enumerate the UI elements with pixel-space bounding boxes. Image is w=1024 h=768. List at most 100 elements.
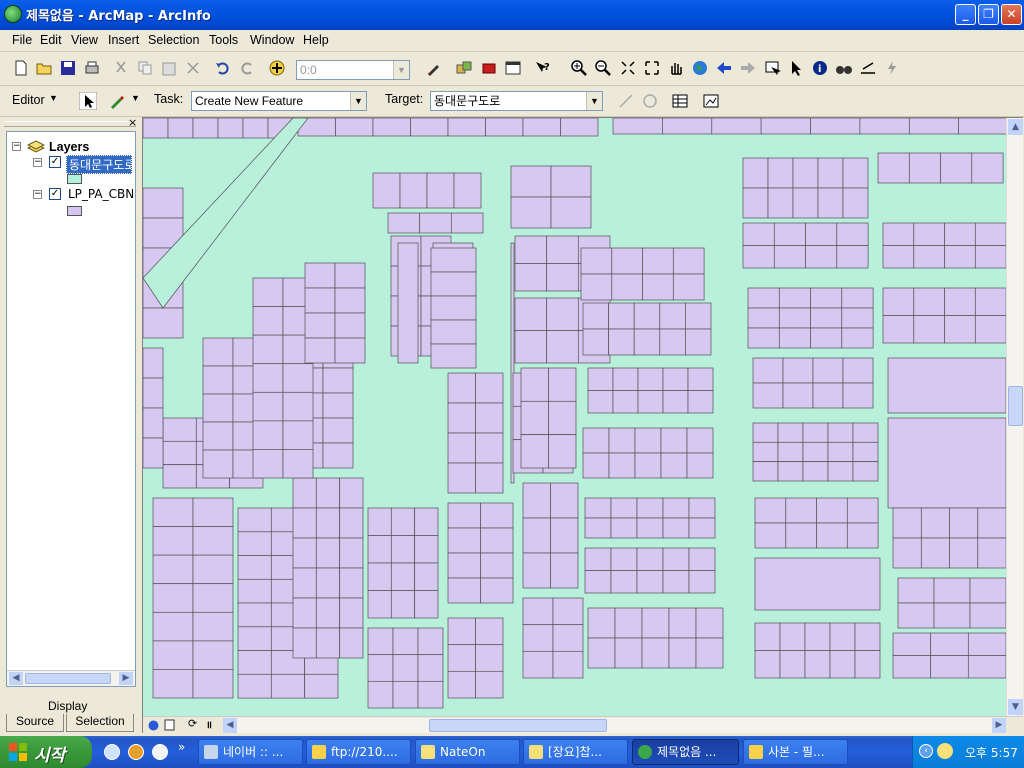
data-view-icon[interactable] <box>148 720 159 731</box>
chevron-down-icon[interactable]: ▼ <box>131 93 140 103</box>
map-vertical-scrollbar[interactable]: ▲ ▼ <box>1006 118 1023 716</box>
split-tool-icon[interactable] <box>617 92 635 110</box>
cut-icon[interactable] <box>112 59 130 77</box>
paste-icon[interactable] <box>160 59 178 77</box>
quicklaunch-more-icon[interactable]: » <box>178 740 185 754</box>
task-chat[interactable]: [장요]찹... <box>523 739 628 765</box>
quicklaunch-clock-icon[interactable] <box>152 744 168 760</box>
fixed-zoom-out-icon[interactable] <box>643 59 661 77</box>
layer-label-roads[interactable]: 동대문구도로 <box>66 155 132 174</box>
tray-messenger-icon[interactable] <box>937 743 953 759</box>
scroll-right-icon[interactable]: ▶ <box>992 718 1006 733</box>
menu-edit[interactable]: Edit <box>40 33 62 47</box>
editor-icon[interactable] <box>425 59 443 77</box>
back-icon[interactable] <box>715 59 733 77</box>
layer-checkbox-roads[interactable]: ✓ <box>49 156 61 168</box>
layout-view-icon[interactable] <box>164 719 175 731</box>
tab-selection[interactable]: Selection <box>66 714 134 732</box>
whats-this-icon[interactable]: ? <box>533 59 551 77</box>
rotate-tool-icon[interactable] <box>641 92 659 110</box>
hyperlink-icon[interactable] <box>883 59 901 77</box>
open-icon[interactable] <box>35 59 53 77</box>
menu-view[interactable]: View <box>71 33 98 47</box>
parcel <box>552 597 584 626</box>
pause-drawing-icon[interactable]: ॥ <box>206 717 212 731</box>
measure-icon[interactable] <box>859 59 877 77</box>
task-naver[interactable]: 네이버 :: ... <box>198 739 303 765</box>
globe-icon[interactable] <box>691 59 709 77</box>
pan-icon[interactable] <box>667 59 685 77</box>
menu-insert[interactable]: Insert <box>108 33 139 47</box>
map-canvas[interactable] <box>143 118 1006 716</box>
copy-icon[interactable] <box>136 59 154 77</box>
scroll-up-icon[interactable]: ▲ <box>1008 119 1023 135</box>
task-combo[interactable]: Create New Feature ▼ <box>191 91 367 111</box>
identify-icon[interactable]: i <box>811 59 829 77</box>
menu-help[interactable]: Help <box>303 33 329 47</box>
delete-icon[interactable] <box>184 59 202 77</box>
refresh-icon[interactable]: ⟳ <box>188 717 197 730</box>
find-icon[interactable] <box>835 59 853 77</box>
menu-selection[interactable]: Selection <box>148 33 199 47</box>
parcel <box>842 382 874 409</box>
add-data-icon[interactable] <box>268 59 286 77</box>
map-display[interactable]: ▲ ▼ ⟳ ॥ ◀ ▶ <box>142 117 1023 733</box>
parcel <box>672 273 705 301</box>
toc-horizontal-scrollbar[interactable]: ◀ ▶ <box>7 670 135 686</box>
task-ftp[interactable]: ftp://210.... <box>306 739 411 765</box>
quicklaunch-explorer-icon[interactable] <box>128 744 144 760</box>
toc-close-icon[interactable]: × <box>128 116 137 129</box>
tab-display[interactable]: Display <box>48 699 87 713</box>
select-features-icon[interactable] <box>763 59 781 77</box>
attributes-icon[interactable] <box>671 92 689 110</box>
tray-expand-icon[interactable]: ‹ <box>919 744 933 758</box>
menu-file[interactable]: File <box>12 33 32 47</box>
forward-icon[interactable] <box>739 59 757 77</box>
scroll-down-icon[interactable]: ▼ <box>1008 699 1023 715</box>
restore-button[interactable]: ❐ <box>978 4 999 25</box>
map-horizontal-scrollbar[interactable]: ◀ ▶ <box>223 718 1006 733</box>
select-elements-icon[interactable] <box>787 59 805 77</box>
task-arcmap[interactable]: 제목없음 ... <box>632 739 739 765</box>
quicklaunch-ie-icon[interactable] <box>104 744 120 760</box>
scroll-right-icon[interactable]: ▶ <box>119 672 133 685</box>
toc-grip[interactable] <box>4 121 136 127</box>
save-icon[interactable] <box>59 59 77 77</box>
zoom-out-icon[interactable] <box>594 59 612 77</box>
arctoolbox-icon[interactable] <box>480 59 498 77</box>
fixed-zoom-in-icon[interactable] <box>619 59 637 77</box>
layer-label-parcels[interactable]: LP_PA_CBN <box>68 187 134 201</box>
sketch-tool-icon[interactable] <box>108 92 126 110</box>
minimize-button[interactable]: _ <box>955 4 976 25</box>
scroll-left-icon[interactable]: ◀ <box>223 718 237 733</box>
chevron-down-icon[interactable]: ▼ <box>49 93 58 103</box>
menu-tools[interactable]: Tools <box>209 33 238 47</box>
map-vscroll-thumb[interactable] <box>1008 386 1023 426</box>
tab-source[interactable]: Source <box>6 714 64 732</box>
layer-checkbox-parcels[interactable]: ✓ <box>49 188 61 200</box>
zoom-in-icon[interactable] <box>570 59 588 77</box>
undo-icon[interactable] <box>214 59 232 77</box>
command-line-icon[interactable] <box>504 59 522 77</box>
target-combo[interactable]: 동대문구도로 ▼ <box>430 91 603 111</box>
parcel <box>636 570 664 594</box>
collapse-icon[interactable]: − <box>12 142 21 151</box>
editor-menu[interactable]: Editor <box>12 93 45 107</box>
print-icon[interactable] <box>83 59 101 77</box>
task-copy[interactable]: 사본 - 필... <box>743 739 848 765</box>
close-button[interactable]: ✕ <box>1001 4 1022 25</box>
new-icon[interactable] <box>12 59 30 77</box>
scroll-left-icon[interactable]: ◀ <box>9 672 23 685</box>
collapse-icon[interactable]: − <box>33 158 42 167</box>
map-hscroll-thumb[interactable] <box>429 719 607 732</box>
task-nateon[interactable]: NateOn <box>415 739 520 765</box>
map-scale-combo[interactable]: 0:0 ▼ <box>296 60 410 80</box>
menu-window[interactable]: Window <box>250 33 294 47</box>
redo-icon[interactable] <box>238 59 256 77</box>
edit-tool-icon[interactable] <box>79 92 97 110</box>
collapse-icon[interactable]: − <box>33 190 42 199</box>
start-button[interactable]: 시작 <box>0 736 92 768</box>
arccatalog-icon[interactable] <box>455 59 473 77</box>
sketch-properties-icon[interactable] <box>702 92 720 110</box>
toc-scroll-thumb[interactable] <box>25 673 111 684</box>
